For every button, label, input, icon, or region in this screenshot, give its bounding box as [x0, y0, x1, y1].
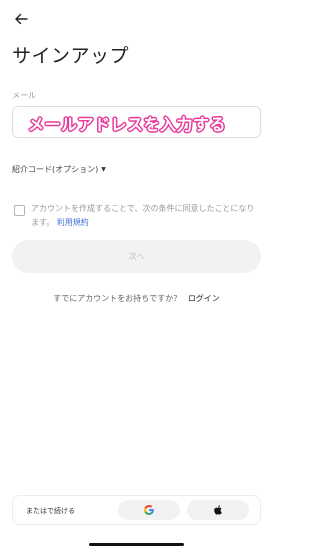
terms-text-block: アカウントを作成することで、次の条件に同意したことになります。 利用規約 — [31, 202, 261, 230]
social-signin-bar: またはで続ける — [12, 495, 261, 525]
google-signin-button[interactable] — [118, 500, 180, 520]
referral-code-toggle[interactable]: 紹介コード(オプション) ▼ — [12, 164, 106, 175]
next-button[interactable]: 次へ — [12, 240, 261, 273]
terms-of-service-link[interactable]: 利用規約 — [57, 218, 89, 227]
apple-icon — [213, 501, 224, 520]
login-prompt-text: すでにアカウントをお持ちですか？ — [53, 294, 182, 303]
terms-checkbox[interactable] — [14, 205, 25, 216]
email-field-container — [12, 106, 261, 138]
google-icon — [143, 501, 155, 520]
home-indicator — [89, 543, 184, 546]
login-prompt: すでにアカウントをお持ちですか？ ログイン — [0, 293, 273, 304]
email-label: メール — [12, 91, 36, 100]
back-arrow-icon[interactable] — [12, 10, 30, 28]
continue-with-label: またはで続ける — [26, 507, 75, 515]
caret-down-icon: ▼ — [101, 166, 106, 173]
referral-code-label: 紹介コード(オプション) — [12, 165, 99, 174]
apple-signin-button[interactable] — [187, 500, 249, 520]
email-input[interactable] — [13, 107, 260, 137]
page-title: サインアップ — [12, 45, 130, 67]
login-link[interactable]: ログイン — [188, 294, 220, 303]
